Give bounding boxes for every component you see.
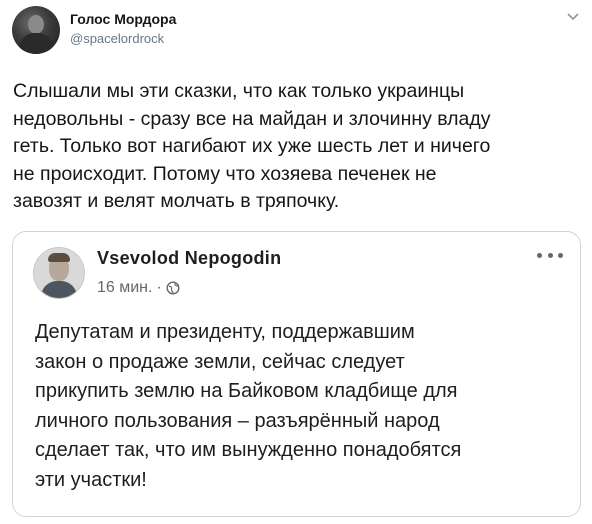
author-display-name[interactable]: Голос Мордора [70, 11, 176, 27]
post-text: Депутатам и президенту, поддержавшим зак… [35, 321, 462, 491]
post-time[interactable]: 16 мин. [97, 279, 152, 297]
post-author-avatar[interactable] [33, 247, 85, 299]
avatar[interactable] [12, 6, 60, 54]
more-options-icon[interactable] [537, 248, 563, 262]
chevron-down-icon[interactable] [565, 8, 581, 24]
post-meta: 16 мин. · [97, 279, 180, 297]
globe-icon [166, 281, 180, 295]
tweet: Голос Мордора @spacelordrock Слышали мы … [0, 0, 592, 524]
tweet-text: Слышали мы эти сказки, что как только ук… [13, 80, 491, 212]
post-author-name[interactable]: Vsevolod Nepogodin [97, 248, 281, 269]
author-handle[interactable]: @spacelordrock [70, 31, 164, 46]
embedded-facebook-post[interactable]: Vsevolod Nepogodin 16 мин. · Депутатам и… [12, 231, 581, 517]
meta-separator: · [156, 279, 162, 296]
